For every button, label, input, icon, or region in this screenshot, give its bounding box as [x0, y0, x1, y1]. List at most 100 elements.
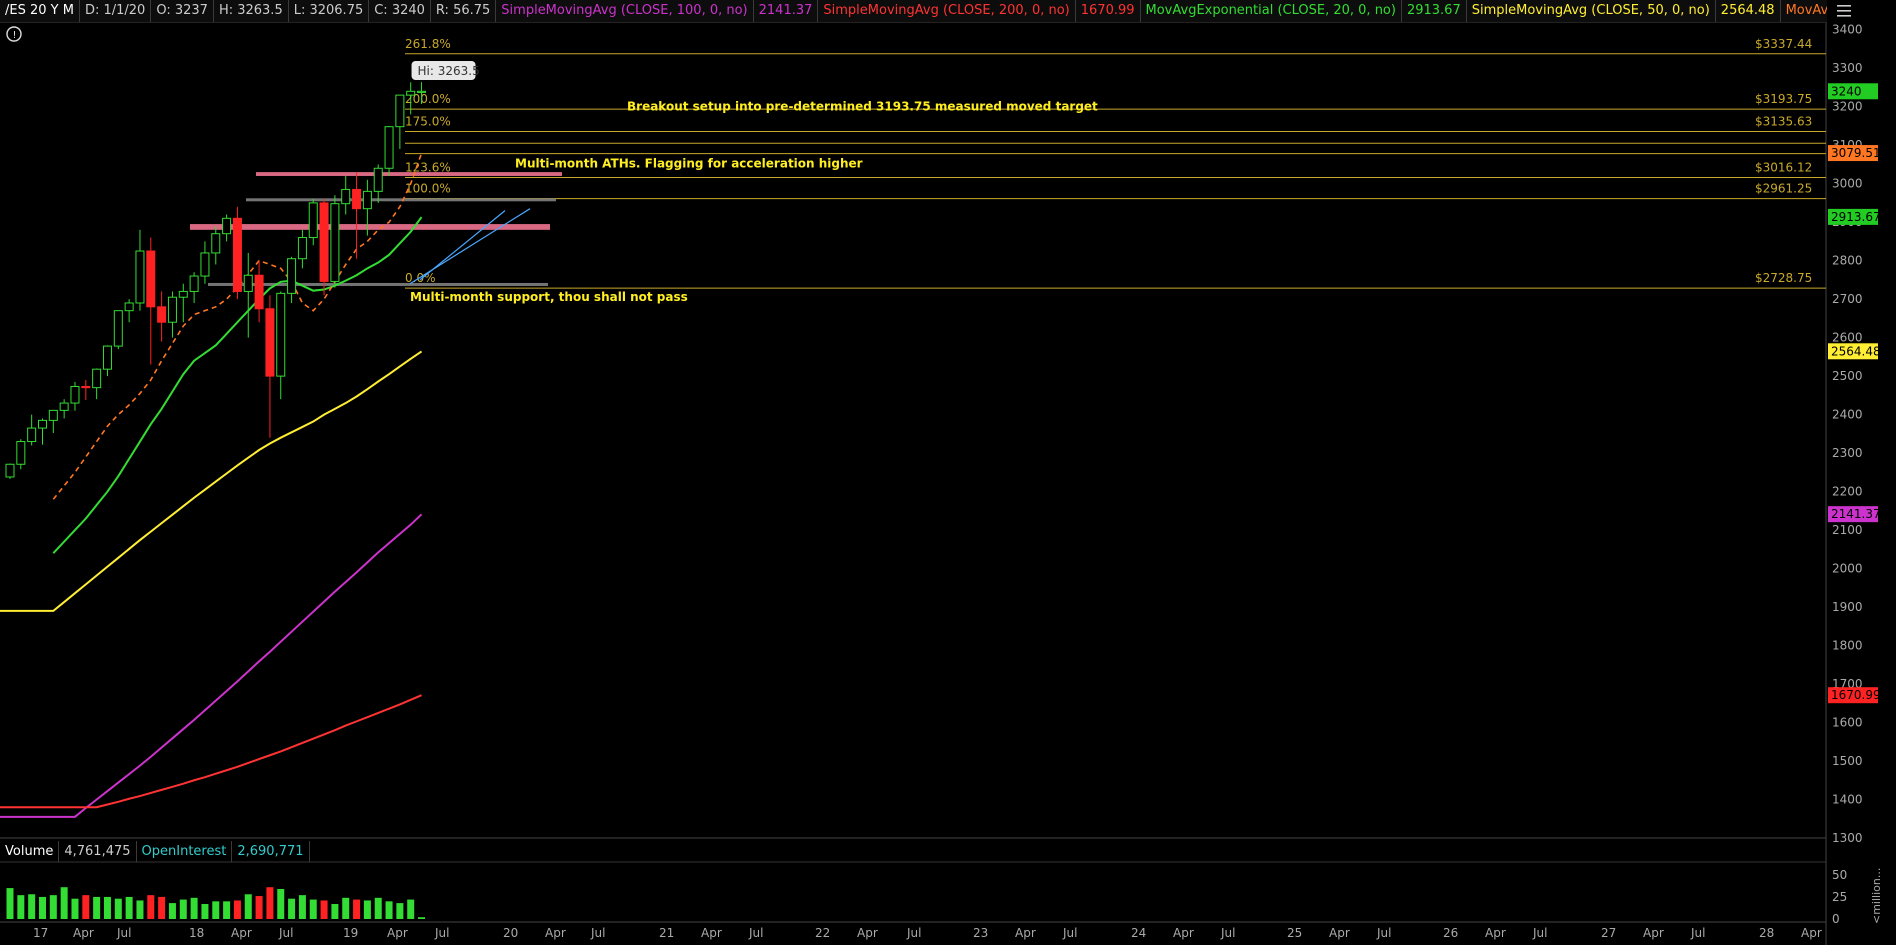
- volume-bar-15: [168, 903, 176, 919]
- x-tick-4: Apr: [231, 926, 252, 940]
- candle-body-31: [341, 188, 351, 205]
- y-tick-11: 2300: [1832, 446, 1863, 460]
- date-label: D: 1/1/20: [80, 0, 152, 22]
- volume-y-tick-0: 50: [1832, 868, 1847, 882]
- y-tick-9: 2500: [1832, 369, 1863, 383]
- x-tick-33: 28: [1759, 926, 1774, 940]
- x-tick-9: 20: [503, 926, 518, 940]
- candle-body-38: [417, 90, 427, 93]
- candle-body-26: [287, 258, 297, 294]
- zone-band-0: [256, 172, 562, 176]
- x-tick-10: Apr: [545, 926, 566, 940]
- volume-bar-35: [385, 901, 393, 919]
- fib-level-price-5: $3016.12: [1755, 160, 1812, 174]
- candle-body-5: [59, 402, 69, 411]
- volume-bar-16: [179, 899, 187, 919]
- x-tick-18: 23: [973, 926, 988, 940]
- x-tick-26: Jul: [1376, 926, 1391, 940]
- candle-body-27: [297, 237, 307, 260]
- candle-body-21: [232, 217, 242, 292]
- study-value-1: 1670.99: [1076, 0, 1141, 22]
- volume-bar-4: [49, 895, 57, 919]
- hi-bubble-text: Hi: 3263.5: [418, 64, 480, 78]
- candle-body-29: [319, 202, 329, 282]
- y-tick-1: 3300: [1832, 61, 1863, 75]
- study-value-3: 2564.48: [1716, 0, 1781, 22]
- candle-body-24: [265, 308, 275, 377]
- x-tick-11: Jul: [590, 926, 605, 940]
- volume-bar-11: [125, 896, 133, 919]
- volume-header: Volume 4,761,475 OpenInterest 2,690,771: [0, 841, 310, 862]
- candle-body-2: [27, 427, 37, 443]
- volume-bar-1: [17, 895, 25, 919]
- y-tick-4: 3000: [1832, 177, 1863, 191]
- study-label-1[interactable]: SimpleMovingAvg (CLOSE, 200, 0, no): [818, 0, 1076, 22]
- candle-body-7: [81, 386, 91, 389]
- volume-bar-8: [93, 896, 101, 919]
- volume-bar-31: [342, 897, 350, 919]
- y-tick-20: 1400: [1832, 793, 1863, 807]
- x-tick-15: 22: [815, 926, 830, 940]
- candle-body-30: [330, 203, 340, 282]
- y-tick-16: 1800: [1832, 639, 1863, 653]
- volume-y-tick-1: 25: [1832, 890, 1847, 904]
- x-tick-31: Apr: [1643, 926, 1664, 940]
- y-tick-6: 2800: [1832, 254, 1863, 268]
- volume-bar-10: [114, 898, 122, 919]
- candle-body-14: [157, 306, 167, 323]
- volume-bar-20: [223, 901, 231, 919]
- volume-bar-32: [353, 899, 361, 919]
- volume-bar-5: [60, 887, 68, 919]
- x-tick-21: 24: [1131, 926, 1146, 940]
- study-label-4[interactable]: MovAvgExponential (CLOSE, 8, 0, no): [1781, 0, 1827, 22]
- fib-level-price-1: $3193.75: [1755, 92, 1812, 106]
- x-tick-19: Apr: [1015, 926, 1036, 940]
- volume-bar-29: [320, 900, 328, 919]
- x-tick-6: 19: [343, 926, 358, 940]
- volume-bar-36: [396, 903, 404, 919]
- open-interest-label: OpenInterest: [137, 841, 233, 862]
- fib-level-pct-0: 261.8%: [405, 37, 451, 51]
- candle-body-35: [384, 126, 394, 169]
- candle-body-9: [102, 345, 112, 370]
- x-tick-16: Apr: [857, 926, 878, 940]
- volume-bar-33: [363, 900, 371, 919]
- volume-bar-0: [6, 888, 14, 919]
- price-marker-label-2: 2913.67: [1831, 210, 1881, 224]
- study-label-3[interactable]: SimpleMovingAvg (CLOSE, 50, 0, no): [1467, 0, 1716, 22]
- volume-bar-28: [309, 899, 317, 919]
- y-tick-21: 1300: [1832, 831, 1863, 845]
- volume-bar-7: [82, 895, 90, 919]
- candle-body-20: [222, 217, 232, 235]
- volume-bar-17: [190, 897, 198, 919]
- study-label-2[interactable]: MovAvgExponential (CLOSE, 20, 0, no): [1141, 0, 1402, 22]
- price-marker-label-0: 3240: [1831, 84, 1862, 98]
- x-tick-22: Apr: [1173, 926, 1194, 940]
- x-tick-30: 27: [1601, 926, 1616, 940]
- symbol-label[interactable]: /ES 20 Y M: [0, 0, 80, 22]
- high-label: H: 3263.5: [214, 0, 289, 22]
- price-marker-label-3: 2564.48: [1831, 344, 1881, 358]
- study-label-0[interactable]: SimpleMovingAvg (CLOSE, 100, 0, no): [496, 0, 754, 22]
- alert-icon-mark: !: [13, 30, 17, 41]
- candle-body-4: [48, 409, 58, 421]
- candle-body-22: [243, 274, 253, 292]
- low-label: L: 3206.75: [289, 0, 370, 22]
- menu-icon[interactable]: [1830, 0, 1856, 22]
- y-tick-2: 3200: [1832, 100, 1863, 114]
- y-tick-19: 1500: [1832, 754, 1863, 768]
- candle-body-17: [189, 275, 199, 292]
- x-tick-12: 21: [659, 926, 674, 940]
- y-tick-10: 2400: [1832, 408, 1863, 422]
- x-tick-0: 17: [33, 926, 48, 940]
- candle-body-37: [406, 90, 416, 96]
- volume-bar-27: [298, 895, 306, 919]
- plot-area: [0, 22, 1826, 838]
- volume-unit-label: <million...: [1870, 868, 1883, 924]
- y-tick-13: 2100: [1832, 523, 1863, 537]
- volume-value: 4,761,475: [59, 841, 137, 862]
- candle-body-10: [113, 310, 123, 347]
- volume-y-tick-2: 0: [1832, 912, 1840, 926]
- chart-canvas[interactable]: !340033003200310030002900280027002600250…: [0, 0, 1896, 945]
- x-tick-5: Jul: [278, 926, 293, 940]
